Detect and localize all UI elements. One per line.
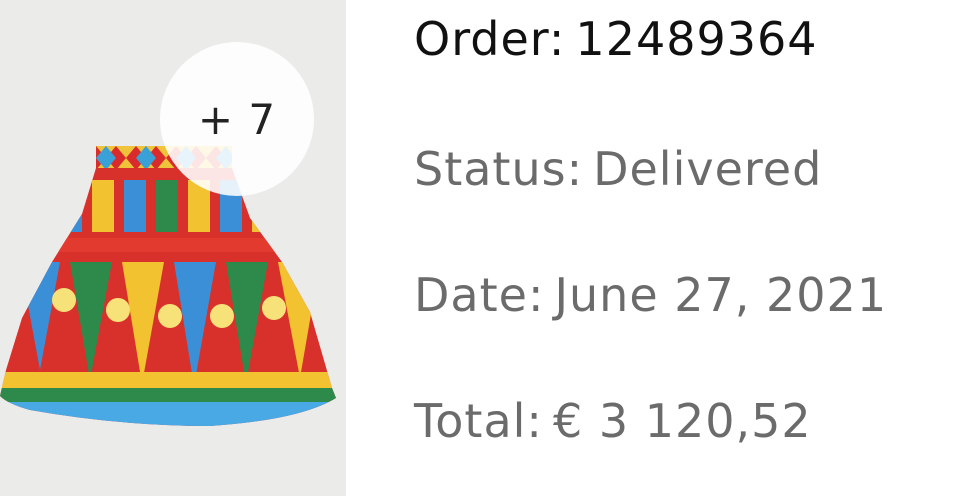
total-label: Total: bbox=[414, 394, 543, 448]
total-row: Total: € 3 120,52 bbox=[414, 394, 812, 448]
order-details: Order: 12489364 Status: Delivered Date: Jun… bbox=[414, 0, 954, 496]
product-thumbnail[interactable]: + 7 bbox=[0, 0, 346, 496]
status-row: Status: Delivered bbox=[414, 142, 822, 196]
date-value: June 27, 2021 bbox=[554, 268, 888, 322]
order-label: Order: bbox=[414, 12, 566, 66]
date-row: Date: June 27, 2021 bbox=[414, 268, 887, 322]
order-card[interactable]: + 7 Order: 12489364 Status: Delivered Date… bbox=[0, 0, 960, 496]
status-label: Status: bbox=[414, 142, 584, 196]
order-number: 12489364 bbox=[575, 12, 818, 66]
status-value: Delivered bbox=[593, 142, 823, 196]
more-items-badge[interactable]: + 7 bbox=[160, 42, 314, 196]
order-number-row: Order: 12489364 bbox=[414, 12, 818, 66]
date-label: Date: bbox=[414, 268, 545, 322]
total-value: € 3 120,52 bbox=[552, 394, 812, 448]
